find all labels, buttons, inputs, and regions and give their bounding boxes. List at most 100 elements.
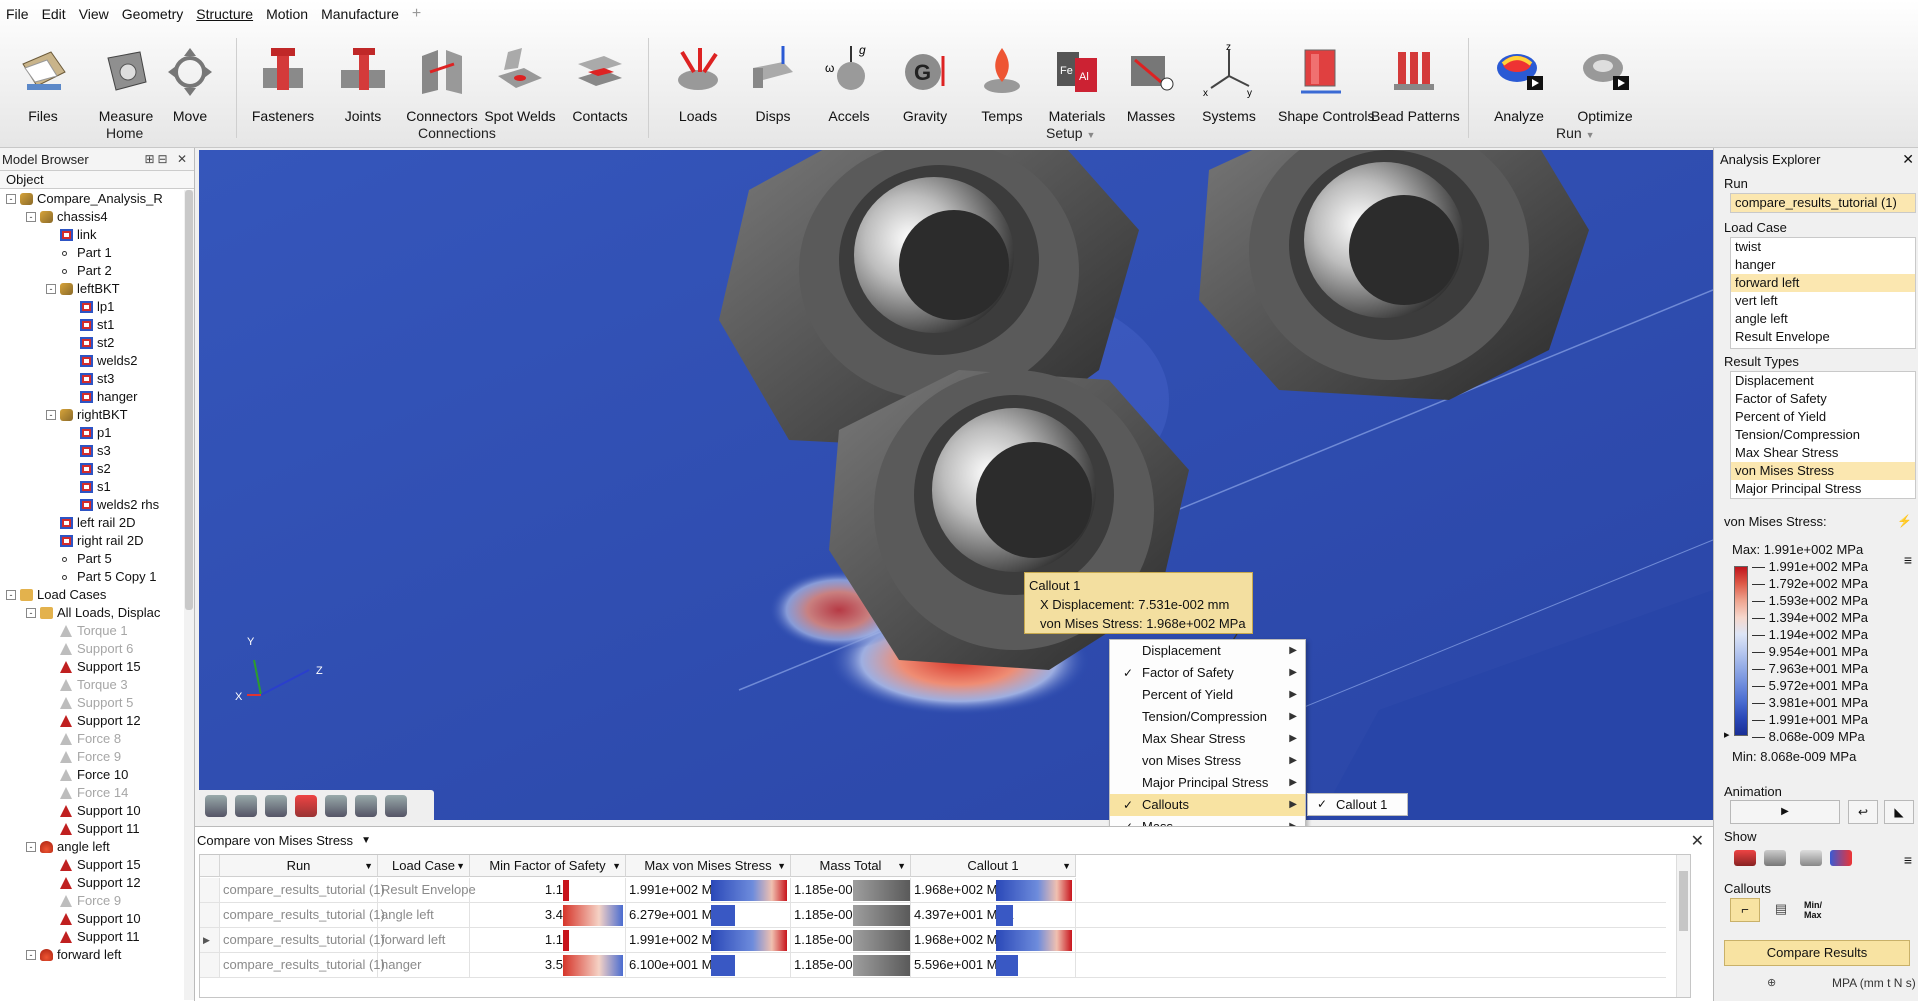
tree-item[interactable]: Support 11 bbox=[0, 928, 194, 946]
scrollbar-thumb[interactable] bbox=[185, 190, 193, 610]
show-mesh-icon[interactable] bbox=[1800, 850, 1822, 866]
tree-item[interactable]: s1 bbox=[0, 478, 194, 496]
3d-viewport[interactable]: Y Z X bbox=[199, 150, 1713, 820]
compare-scrollbar[interactable] bbox=[1676, 855, 1690, 997]
tree-item[interactable]: st1 bbox=[0, 316, 194, 334]
tree-item[interactable]: Part 5 Copy 1 bbox=[0, 568, 194, 586]
menu-view[interactable]: View bbox=[79, 6, 109, 22]
row-indicator[interactable]: ▶ bbox=[200, 928, 220, 952]
callout-tool-icon[interactable]: ⌐ bbox=[1730, 898, 1760, 922]
move-tool[interactable]: Move bbox=[147, 42, 233, 124]
context-menu-item[interactable]: Percent of Yield ▶ bbox=[1110, 684, 1305, 706]
compare-header[interactable]: Compare von Mises Stress ▼ bbox=[195, 827, 1713, 853]
zoom-icon[interactable] bbox=[325, 795, 347, 817]
column-header[interactable]: Min Factor of Safety ▼ bbox=[470, 855, 626, 877]
collapse-toggle-icon[interactable]: - bbox=[6, 194, 16, 204]
show-menu-icon[interactable]: ≡ bbox=[1904, 852, 1912, 868]
tree-item[interactable]: Part 1 bbox=[0, 244, 194, 262]
table-row[interactable]: ▶ compare_results_tutorial (1) forward lef… bbox=[200, 928, 1666, 953]
tree-item[interactable]: s2 bbox=[0, 460, 194, 478]
result-type-item[interactable]: Major Principal Stress bbox=[1731, 480, 1915, 498]
menu-motion[interactable]: Motion bbox=[266, 6, 308, 22]
tree-item[interactable]: Support 12 bbox=[0, 874, 194, 892]
column-filter-icon[interactable]: ▼ bbox=[897, 855, 906, 877]
show-undeformed-icon[interactable] bbox=[1764, 850, 1786, 866]
column-filter-icon[interactable]: ▼ bbox=[612, 855, 621, 877]
tree-item[interactable]: Support 5 bbox=[0, 694, 194, 712]
files-tool[interactable]: Files bbox=[0, 42, 86, 124]
menu-geometry[interactable]: Geometry bbox=[122, 6, 183, 22]
tree-item[interactable]: Support 6 bbox=[0, 640, 194, 658]
column-filter-icon[interactable]: ▼ bbox=[777, 855, 786, 877]
disps-tool[interactable]: Disps bbox=[730, 42, 816, 124]
tree-item[interactable]: Support 15 bbox=[0, 856, 194, 874]
tree-item[interactable]: - Compare_Analysis_R bbox=[0, 190, 194, 208]
units-display[interactable]: MPA (mm t N s) bbox=[1832, 976, 1916, 990]
column-header[interactable]: Run ▼ bbox=[220, 855, 378, 877]
tree-item[interactable]: - All Loads, Displac bbox=[0, 604, 194, 622]
tree-item[interactable]: Force 9 bbox=[0, 892, 194, 910]
contacts-tool[interactable]: Contacts bbox=[557, 42, 643, 124]
reset-icon[interactable]: ↩ bbox=[1848, 800, 1878, 824]
loads-tool[interactable]: Loads bbox=[655, 42, 741, 124]
accels-tool[interactable]: gω Accels bbox=[806, 42, 892, 124]
tree-item[interactable]: Force 14 bbox=[0, 784, 194, 802]
show-contours-icon[interactable] bbox=[1830, 850, 1852, 866]
pin-icon[interactable]: ⊕ bbox=[1767, 976, 1776, 989]
tree-item[interactable]: Support 10 bbox=[0, 802, 194, 820]
tree-item[interactable]: - forward left bbox=[0, 946, 194, 964]
collapse-toggle-icon[interactable]: - bbox=[26, 842, 36, 852]
callout-tooltip[interactable]: Callout 1 X Displacement: 7.531e-002 mm … bbox=[1024, 572, 1253, 634]
collapse-toggle-icon[interactable]: - bbox=[26, 212, 36, 222]
column-header[interactable]: Load Case ▼ bbox=[378, 855, 470, 877]
column-filter-icon[interactable]: ▼ bbox=[364, 855, 373, 877]
table-row[interactable]: compare_results_tutorial (1) hanger 3.5 6.1… bbox=[200, 953, 1666, 978]
tree-item[interactable]: Torque 3 bbox=[0, 676, 194, 694]
tree-item[interactable]: Support 15 bbox=[0, 658, 194, 676]
result-type-item[interactable]: Displacement bbox=[1731, 372, 1915, 390]
tree-item[interactable]: Part 2 bbox=[0, 262, 194, 280]
column-filter-icon[interactable]: ▼ bbox=[456, 855, 465, 877]
context-menu-item[interactable]: ✓ Factor of Safety ▶ bbox=[1110, 662, 1305, 684]
close-icon[interactable]: ✕ bbox=[1691, 831, 1704, 851]
gravity-tool[interactable]: G Gravity bbox=[882, 42, 968, 124]
column-filter-icon[interactable]: ▼ bbox=[1062, 855, 1071, 877]
tree-item[interactable]: s3 bbox=[0, 442, 194, 460]
legend-menu-icon[interactable]: ≡ bbox=[1904, 552, 1912, 568]
collapse-toggle-icon[interactable]: - bbox=[26, 950, 36, 960]
tree-item[interactable]: Support 10 bbox=[0, 910, 194, 928]
tree-item[interactable]: st2 bbox=[0, 334, 194, 352]
load-case-item[interactable]: forward left bbox=[1731, 274, 1915, 292]
tree-item[interactable]: - angle left bbox=[0, 838, 194, 856]
column-header[interactable]: Max von Mises Stress ▼ bbox=[626, 855, 791, 877]
tree-item[interactable]: Force 8 bbox=[0, 730, 194, 748]
context-menu-item[interactable]: von Mises Stress ▶ bbox=[1110, 750, 1305, 772]
tree-item[interactable]: hanger bbox=[0, 388, 194, 406]
group-run-label[interactable]: Run ▼ bbox=[1556, 125, 1595, 141]
load-case-item[interactable]: vert left bbox=[1731, 292, 1915, 310]
compare-results-button[interactable]: Compare Results bbox=[1724, 940, 1910, 966]
cube-icon[interactable] bbox=[385, 795, 407, 817]
load-case-item[interactable]: Result Envelope bbox=[1731, 328, 1915, 346]
tree-item[interactable]: - leftBKT bbox=[0, 280, 194, 298]
context-menu-item[interactable]: Tension/Compression ▶ bbox=[1110, 706, 1305, 728]
tree-item[interactable]: lp1 bbox=[0, 298, 194, 316]
row-indicator[interactable] bbox=[200, 903, 220, 927]
column-header[interactable]: Callout 1 ▼ bbox=[911, 855, 1076, 877]
result-type-item[interactable]: Tension/Compression bbox=[1731, 426, 1915, 444]
menu-edit[interactable]: Edit bbox=[42, 6, 66, 22]
chevron-down-icon[interactable]: ▼ bbox=[361, 835, 371, 846]
tree-item[interactable]: - rightBKT bbox=[0, 406, 194, 424]
masses-tool[interactable]: Masses bbox=[1108, 42, 1194, 124]
menu-manufacture[interactable]: Manufacture bbox=[321, 6, 399, 22]
context-menu-item[interactable]: ✓ Callouts ▶ bbox=[1110, 794, 1305, 816]
view-icon[interactable] bbox=[205, 795, 227, 817]
pin-icon[interactable]: ⚡ bbox=[1897, 514, 1912, 528]
table-row[interactable]: compare_results_tutorial (1) Result Envel… bbox=[200, 878, 1666, 903]
legend-marker-icon[interactable]: ▸ bbox=[1724, 728, 1730, 741]
load-case-item[interactable]: hanger bbox=[1731, 256, 1915, 274]
tree-item[interactable]: Force 10 bbox=[0, 766, 194, 784]
close-icon[interactable]: ✕ bbox=[1902, 151, 1914, 168]
fasteners-tool[interactable]: Fasteners bbox=[240, 42, 326, 124]
analyze-tool[interactable]: Analyze bbox=[1476, 42, 1562, 124]
